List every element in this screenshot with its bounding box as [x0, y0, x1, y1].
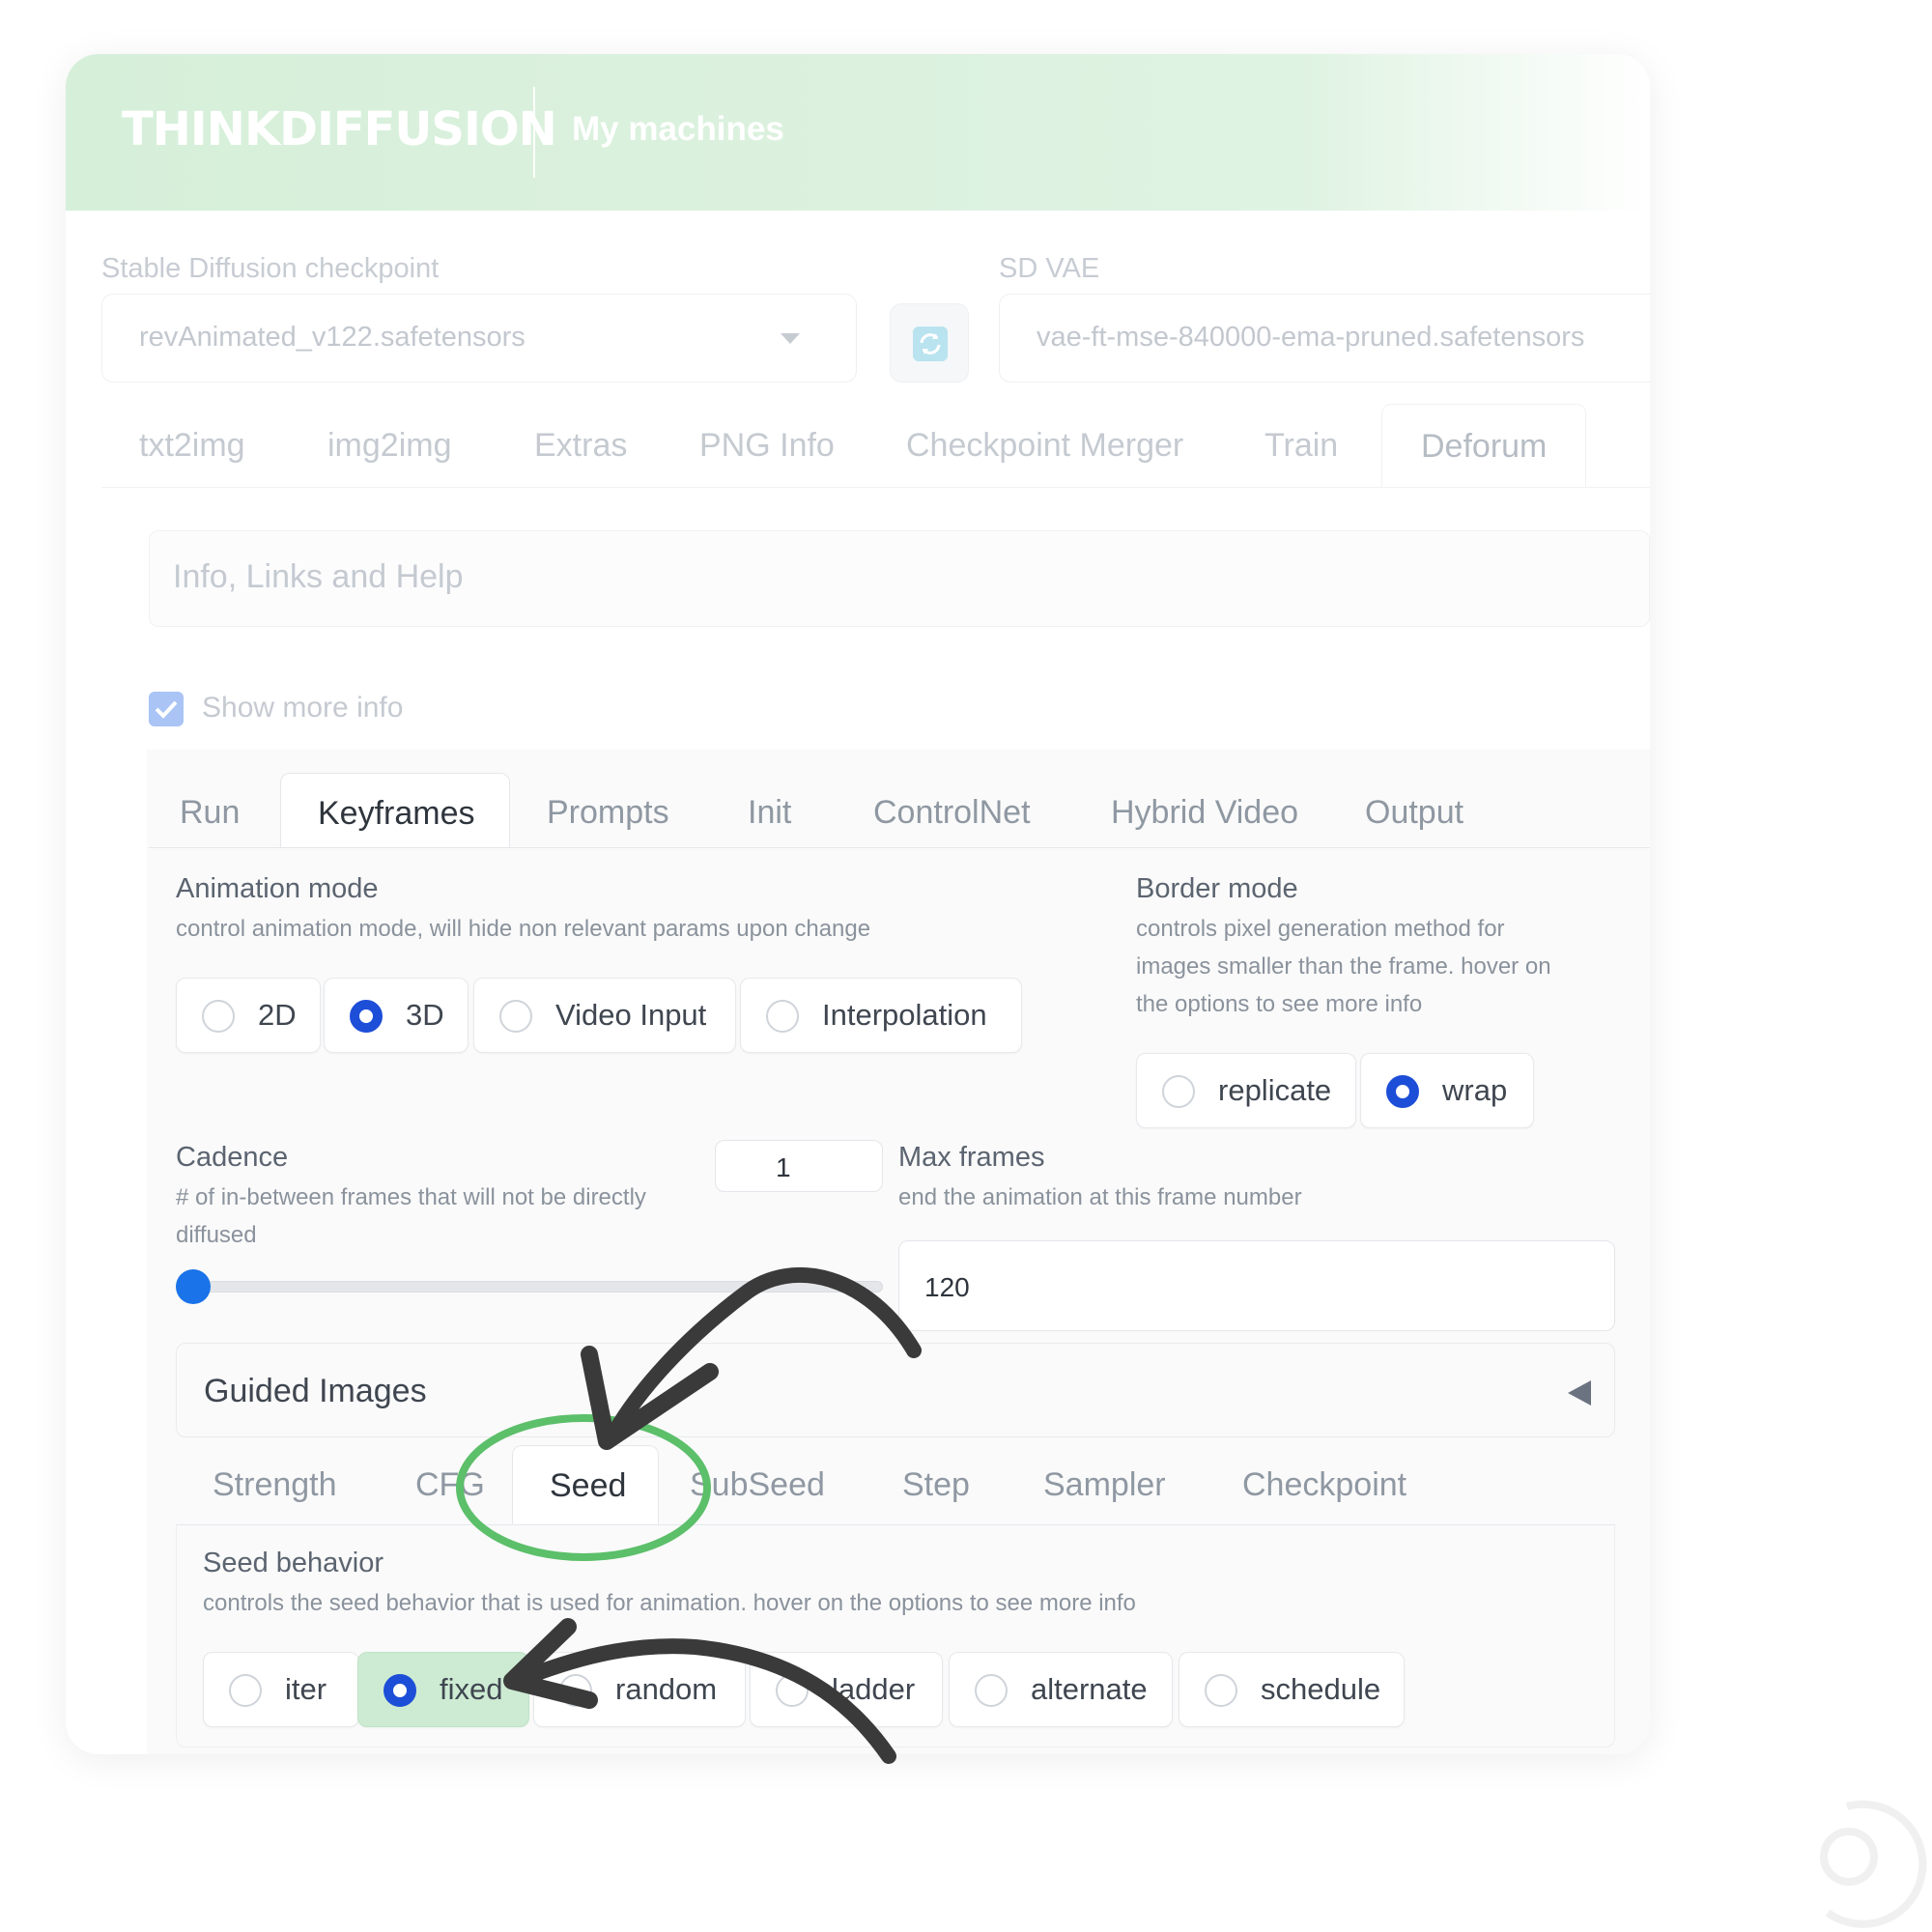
highlight-circle: [456, 1414, 711, 1561]
annotation-overlay: [456, 1267, 1927, 1928]
watermark-logo-icon: [1820, 1800, 1927, 1928]
